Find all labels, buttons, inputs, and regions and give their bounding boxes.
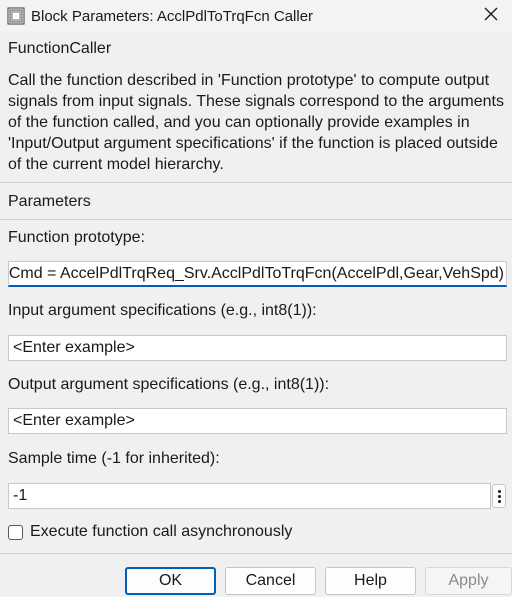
kebab-dot — [497, 489, 501, 493]
kebab-dot — [497, 494, 501, 498]
apply-button[interactable]: Apply — [425, 567, 512, 595]
async-option[interactable]: Execute function call asynchronously — [8, 523, 292, 541]
output-spec-input[interactable]: <Enter example> — [8, 408, 507, 434]
input-spec-label: Input argument specifications (e.g., int… — [8, 302, 317, 319]
button-bar-divider — [0, 553, 512, 554]
section-divider — [0, 182, 512, 183]
block-type-heading: FunctionCaller — [8, 40, 112, 57]
async-checkbox-label[interactable]: Execute function call asynchronously — [30, 523, 292, 541]
sample-time-label: Sample time (-1 for inherited): — [8, 450, 220, 467]
title-bar[interactable]: Block Parameters: AcclPdlToTrqFcn Caller — [0, 0, 512, 33]
input-spec-value: <Enter example> — [13, 339, 135, 356]
section-divider — [0, 219, 512, 220]
sample-time-value: -1 — [13, 487, 28, 504]
block-parameters-dialog: Block Parameters: AcclPdlToTrqFcn Caller… — [0, 0, 512, 597]
function-prototype-input[interactable]: Cmd = AccelPdlTrqReq_Srv.AcclPdlToTrqFcn… — [8, 261, 507, 287]
parameters-heading: Parameters — [8, 193, 91, 210]
async-checkbox[interactable] — [8, 524, 23, 540]
output-spec-value: <Enter example> — [13, 412, 135, 429]
close-icon — [484, 7, 498, 26]
block-description: Call the function described in 'Function… — [8, 72, 504, 173]
function-prototype-label: Function prototype: — [8, 229, 145, 246]
window-title: Block Parameters: AcclPdlToTrqFcn Caller — [31, 8, 314, 25]
function-prototype-value: Cmd = AccelPdlTrqReq_Srv.AcclPdlToTrqFcn… — [8, 264, 504, 282]
cancel-button[interactable]: Cancel — [225, 567, 316, 595]
kebab-dot — [497, 499, 501, 503]
ok-button[interactable]: OK — [125, 567, 216, 595]
sample-time-input[interactable]: -1 — [8, 483, 491, 509]
simulink-block-icon — [7, 7, 25, 25]
close-button[interactable] — [476, 2, 506, 30]
output-spec-label: Output argument specifications (e.g., in… — [8, 376, 330, 393]
sample-time-options-button[interactable] — [492, 484, 506, 508]
help-button[interactable]: Help — [325, 567, 416, 595]
input-spec-input[interactable]: <Enter example> — [8, 335, 507, 361]
